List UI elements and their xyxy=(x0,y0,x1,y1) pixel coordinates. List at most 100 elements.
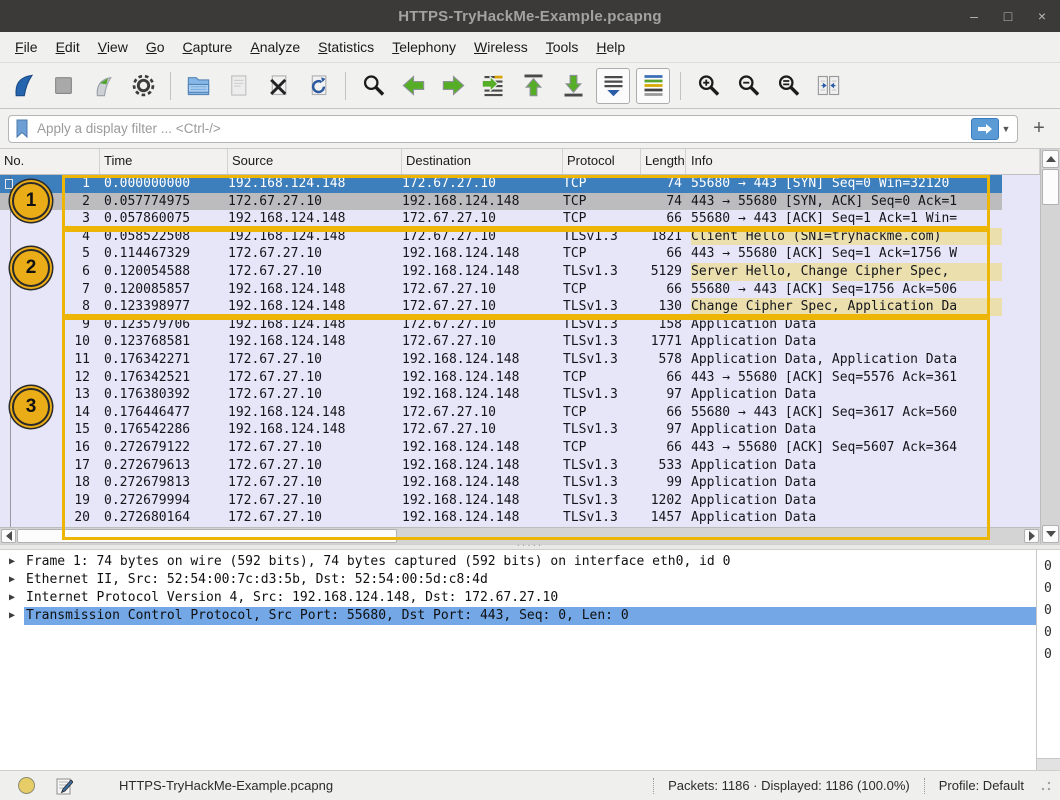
reload-file-button[interactable] xyxy=(301,68,335,104)
toolbar-separator xyxy=(170,72,171,100)
scroll-up-button[interactable] xyxy=(1042,150,1059,168)
column-header-time[interactable]: Time xyxy=(100,149,228,174)
packet-row-4[interactable]: 40.058522508192.168.124.148172.67.27.10T… xyxy=(0,228,1002,246)
column-header-protocol[interactable]: Protocol xyxy=(563,149,641,174)
packet-row-9[interactable]: 90.123579706192.168.124.148172.67.27.10T… xyxy=(0,316,1002,334)
packet-row-11[interactable]: 110.176342271172.67.27.10192.168.124.148… xyxy=(0,351,1002,369)
filter-bookmark-icon[interactable] xyxy=(15,119,37,139)
menu-wireless[interactable]: Wireless xyxy=(465,35,537,59)
menu-help[interactable]: Help xyxy=(587,35,634,59)
cell-dst: 192.168.124.148 xyxy=(402,439,563,457)
cell-dst: 172.67.27.10 xyxy=(402,316,563,334)
expand-arrow-icon[interactable]: ▶ xyxy=(0,607,24,625)
packet-row-20[interactable]: 200.272680164172.67.27.10192.168.124.148… xyxy=(0,509,1002,527)
go-forward-button[interactable] xyxy=(436,68,470,104)
packet-bytes-pane[interactable]: 00000 xyxy=(1036,550,1060,770)
menu-go[interactable]: Go xyxy=(137,35,174,59)
capture-comment-icon[interactable] xyxy=(55,777,73,795)
open-file-button[interactable] xyxy=(181,68,215,104)
vertical-scrollbar-thumb[interactable] xyxy=(1042,169,1059,205)
packet-row-1[interactable]: 10.000000000192.168.124.148172.67.27.10T… xyxy=(0,175,1002,193)
packet-row-13[interactable]: 130.176380392172.67.27.10192.168.124.148… xyxy=(0,386,1002,404)
packet-row-8[interactable]: 80.123398977192.168.124.148172.67.27.10T… xyxy=(0,298,1002,316)
packet-row-3[interactable]: 30.057860075192.168.124.148172.67.27.10T… xyxy=(0,210,1002,228)
column-header-info[interactable]: Info xyxy=(686,149,1040,174)
menu-analyze[interactable]: Analyze xyxy=(241,35,309,59)
resize-columns-button[interactable] xyxy=(811,68,845,104)
packet-row-5[interactable]: 50.114467329172.67.27.10192.168.124.148T… xyxy=(0,245,1002,263)
column-header-destination[interactable]: Destination xyxy=(402,149,563,174)
packet-row-17[interactable]: 170.272679613172.67.27.10192.168.124.148… xyxy=(0,457,1002,475)
display-filter-input[interactable] xyxy=(37,121,971,136)
menu-statistics[interactable]: Statistics xyxy=(309,35,383,59)
save-file-button[interactable] xyxy=(221,68,255,104)
display-filter-field[interactable]: ▼ xyxy=(8,115,1018,143)
go-back-button[interactable] xyxy=(396,68,430,104)
menu-edit[interactable]: Edit xyxy=(47,35,89,59)
expand-arrow-icon[interactable]: ▶ xyxy=(0,589,24,607)
title-bar[interactable]: HTTPS-TryHackMe-Example.pcapng – □ × xyxy=(0,0,1060,32)
packet-row-15[interactable]: 150.176542286192.168.124.148172.67.27.10… xyxy=(0,421,1002,439)
capture-options-button[interactable] xyxy=(126,68,160,104)
column-header-length[interactable]: Length xyxy=(641,149,686,174)
detail-row-0[interactable]: ▶Frame 1: 74 bytes on wire (592 bits), 7… xyxy=(0,553,1036,571)
restart-capture-button[interactable] xyxy=(86,68,120,104)
close-file-button[interactable] xyxy=(261,68,295,104)
go-last-button[interactable] xyxy=(556,68,590,104)
cell-info: 443 → 55680 [SYN, ACK] Seq=0 Ack=1 xyxy=(686,193,1002,211)
zoom-in-button[interactable] xyxy=(691,68,725,104)
go-to-packet-button[interactable] xyxy=(476,68,510,104)
packet-row-14[interactable]: 140.176446477192.168.124.148172.67.27.10… xyxy=(0,404,1002,422)
maximize-button[interactable]: □ xyxy=(1000,8,1016,24)
resize-grip[interactable] xyxy=(1040,780,1052,792)
zoom-out-button[interactable] xyxy=(731,68,765,104)
packet-row-10[interactable]: 100.123768581192.168.124.148172.67.27.10… xyxy=(0,333,1002,351)
packet-row-7[interactable]: 70.120085857192.168.124.148172.67.27.10T… xyxy=(0,281,1002,299)
scroll-right-button[interactable] xyxy=(1024,529,1039,543)
profile-selector[interactable]: Profile: Default xyxy=(939,778,1024,793)
detail-row-2[interactable]: ▶Internet Protocol Version 4, Src: 192.1… xyxy=(0,589,1036,607)
cell-no: 19 xyxy=(0,492,100,510)
bytes-horizontal-scrollbar[interactable] xyxy=(1037,758,1060,770)
expand-arrow-icon[interactable]: ▶ xyxy=(0,553,24,571)
packet-row-12[interactable]: 120.176342521172.67.27.10192.168.124.148… xyxy=(0,369,1002,387)
packet-details-pane[interactable]: ▶Frame 1: 74 bytes on wire (592 bits), 7… xyxy=(0,550,1036,770)
cell-proto: TLSv1.3 xyxy=(563,263,641,281)
packet-row-19[interactable]: 190.272679994172.67.27.10192.168.124.148… xyxy=(0,492,1002,510)
column-header-no[interactable]: No. xyxy=(0,149,100,174)
menu-view[interactable]: View xyxy=(89,35,137,59)
go-first-button[interactable] xyxy=(516,68,550,104)
packet-row-16[interactable]: 160.272679122172.67.27.10192.168.124.148… xyxy=(0,439,1002,457)
cell-time: 0.123398977 xyxy=(100,298,228,316)
horizontal-scrollbar-thumb[interactable] xyxy=(17,529,397,543)
auto-scroll-button[interactable] xyxy=(596,68,630,104)
packet-row-6[interactable]: 60.120054588172.67.27.10192.168.124.148T… xyxy=(0,263,1002,281)
packet-row-18[interactable]: 180.272679813172.67.27.10192.168.124.148… xyxy=(0,474,1002,492)
colorize-button[interactable] xyxy=(636,68,670,104)
close-button[interactable]: × xyxy=(1034,8,1050,24)
start-capture-button[interactable] xyxy=(6,68,40,104)
filter-dropdown-caret[interactable]: ▼ xyxy=(999,124,1013,134)
menu-capture[interactable]: Capture xyxy=(174,35,242,59)
expert-info-icon[interactable] xyxy=(18,777,35,794)
pane-splitter[interactable] xyxy=(0,544,1060,550)
packet-row-2[interactable]: 20.057774975172.67.27.10192.168.124.148T… xyxy=(0,193,1002,211)
vertical-scrollbar[interactable] xyxy=(1040,149,1060,544)
minimize-button[interactable]: – xyxy=(966,8,982,24)
expand-arrow-icon[interactable]: ▶ xyxy=(0,571,24,589)
cell-len: 66 xyxy=(641,245,686,263)
zoom-original-button[interactable] xyxy=(771,68,805,104)
menu-file[interactable]: File xyxy=(6,35,47,59)
scroll-left-button[interactable] xyxy=(1,529,16,543)
menu-telephony[interactable]: Telephony xyxy=(383,35,465,59)
scroll-down-button[interactable] xyxy=(1042,525,1059,543)
column-header-source[interactable]: Source xyxy=(228,149,402,174)
apply-filter-button[interactable] xyxy=(971,118,999,140)
add-filter-button[interactable]: + xyxy=(1026,116,1052,142)
horizontal-scrollbar[interactable] xyxy=(0,527,1040,544)
find-packet-button[interactable] xyxy=(356,68,390,104)
stop-capture-button[interactable] xyxy=(46,68,80,104)
detail-row-1[interactable]: ▶Ethernet II, Src: 52:54:00:7c:d3:5b, Ds… xyxy=(0,571,1036,589)
menu-tools[interactable]: Tools xyxy=(537,35,588,59)
detail-row-3[interactable]: ▶Transmission Control Protocol, Src Port… xyxy=(0,607,1036,625)
